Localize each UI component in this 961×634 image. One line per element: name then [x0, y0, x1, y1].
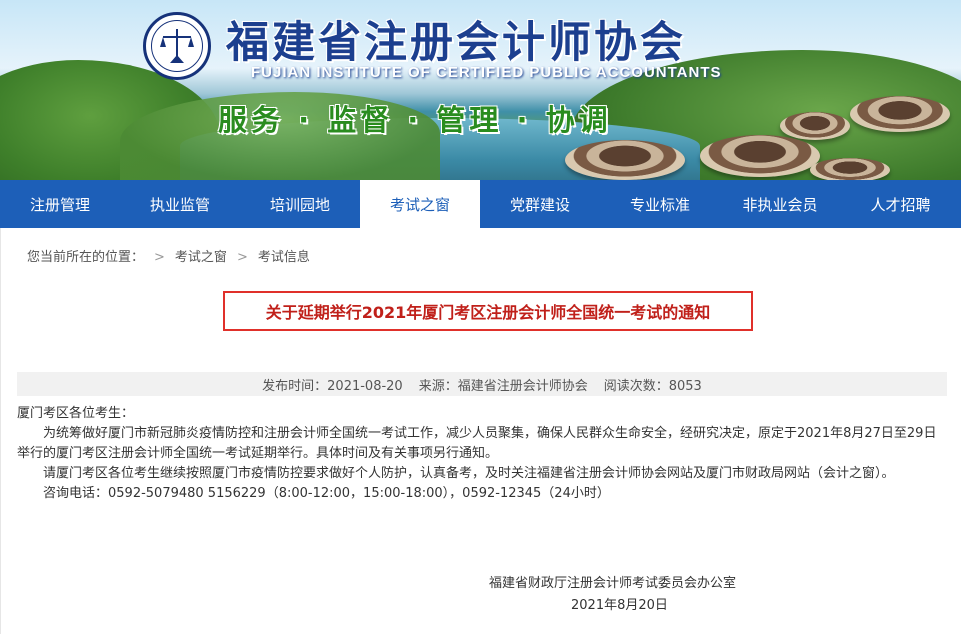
scale-icon [160, 29, 194, 63]
site-title: 福建省注册会计师协会 [226, 18, 686, 68]
article-paragraph: 请厦门考区各位考生继续按照厦门市疫情防控要求做好个人防护，认真备考，及时关注福建… [43, 466, 895, 481]
nav-item-party[interactable]: 党群建设 [480, 180, 600, 228]
breadcrumb-prefix: 您当前所在的位置： [27, 250, 145, 265]
breadcrumb-link-exam[interactable]: 考试之窗 [175, 250, 227, 265]
article-greeting: 厦门考区各位考生： [17, 406, 135, 421]
article-meta: 发布时间：2021-08-20 来源：福建省注册会计师协会 阅读次数：8053 [17, 372, 947, 396]
site-title-english: FUJIAN INSTITUTE OF CERTIFIED PUBLIC ACC… [251, 64, 722, 81]
site-slogan: 服务 · 监督 · 管理 · 协调 [218, 103, 612, 137]
tulou-building [565, 140, 685, 180]
breadcrumb-link-exam-info[interactable]: 考试信息 [258, 250, 310, 265]
main-content: 您当前所在的位置： > 考试之窗 > 考试信息 关于延期举行2021年厦门考区注册会计师… [0, 228, 961, 634]
nav-item-training[interactable]: 培训园地 [240, 180, 360, 228]
tulou-building [700, 135, 820, 177]
signature-organization: 福建省财政厅注册会计师考试委员会办公室 [489, 576, 737, 591]
breadcrumb-separator: > [154, 250, 165, 265]
nav-item-recruitment[interactable]: 人才招聘 [840, 180, 961, 228]
nav-item-exam[interactable]: 考试之窗 [360, 180, 480, 228]
main-nav: 注册管理 执业监管 培训园地 考试之窗 党群建设 专业标准 非执业会员 人才招聘 [0, 180, 961, 228]
tulou-building [780, 112, 850, 140]
article-source: 来源：福建省注册会计师协会 [418, 378, 588, 394]
signature-date: 2021年8月20日 [571, 598, 668, 613]
cicpa-seal-icon[interactable] [143, 12, 211, 80]
nav-item-registration[interactable]: 注册管理 [0, 180, 120, 228]
breadcrumb: 您当前所在的位置： > 考试之窗 > 考试信息 [27, 246, 310, 265]
tulou-building [850, 96, 950, 132]
nav-item-non-practicing[interactable]: 非执业会员 [720, 180, 840, 228]
nav-item-standards[interactable]: 专业标准 [600, 180, 720, 228]
header-banner: 福建省注册会计师协会 FUJIAN INSTITUTE OF CERTIFIED… [0, 0, 961, 180]
nav-item-supervision[interactable]: 执业监管 [120, 180, 240, 228]
article-paragraph: 为统筹做好厦门市新冠肺炎疫情防控和注册会计师全国统一考试工作，减少人员聚集，确保… [17, 426, 937, 461]
publish-time: 发布时间：2021-08-20 [262, 378, 403, 394]
view-count: 阅读次数：8053 [603, 378, 702, 394]
article-body: 厦门考区各位考生： 为统筹做好厦门市新冠肺炎疫情防控和注册会计师全国统一考试工作… [17, 404, 947, 504]
contact-phone: 咨询电话：0592-5079480 5156229（8:00-12:00，15:… [43, 486, 610, 501]
tulou-building [810, 158, 890, 180]
article-title: 关于延期举行2021年厦门考区注册会计师全国统一考试的通知 [223, 291, 753, 331]
breadcrumb-separator: > [236, 250, 248, 265]
